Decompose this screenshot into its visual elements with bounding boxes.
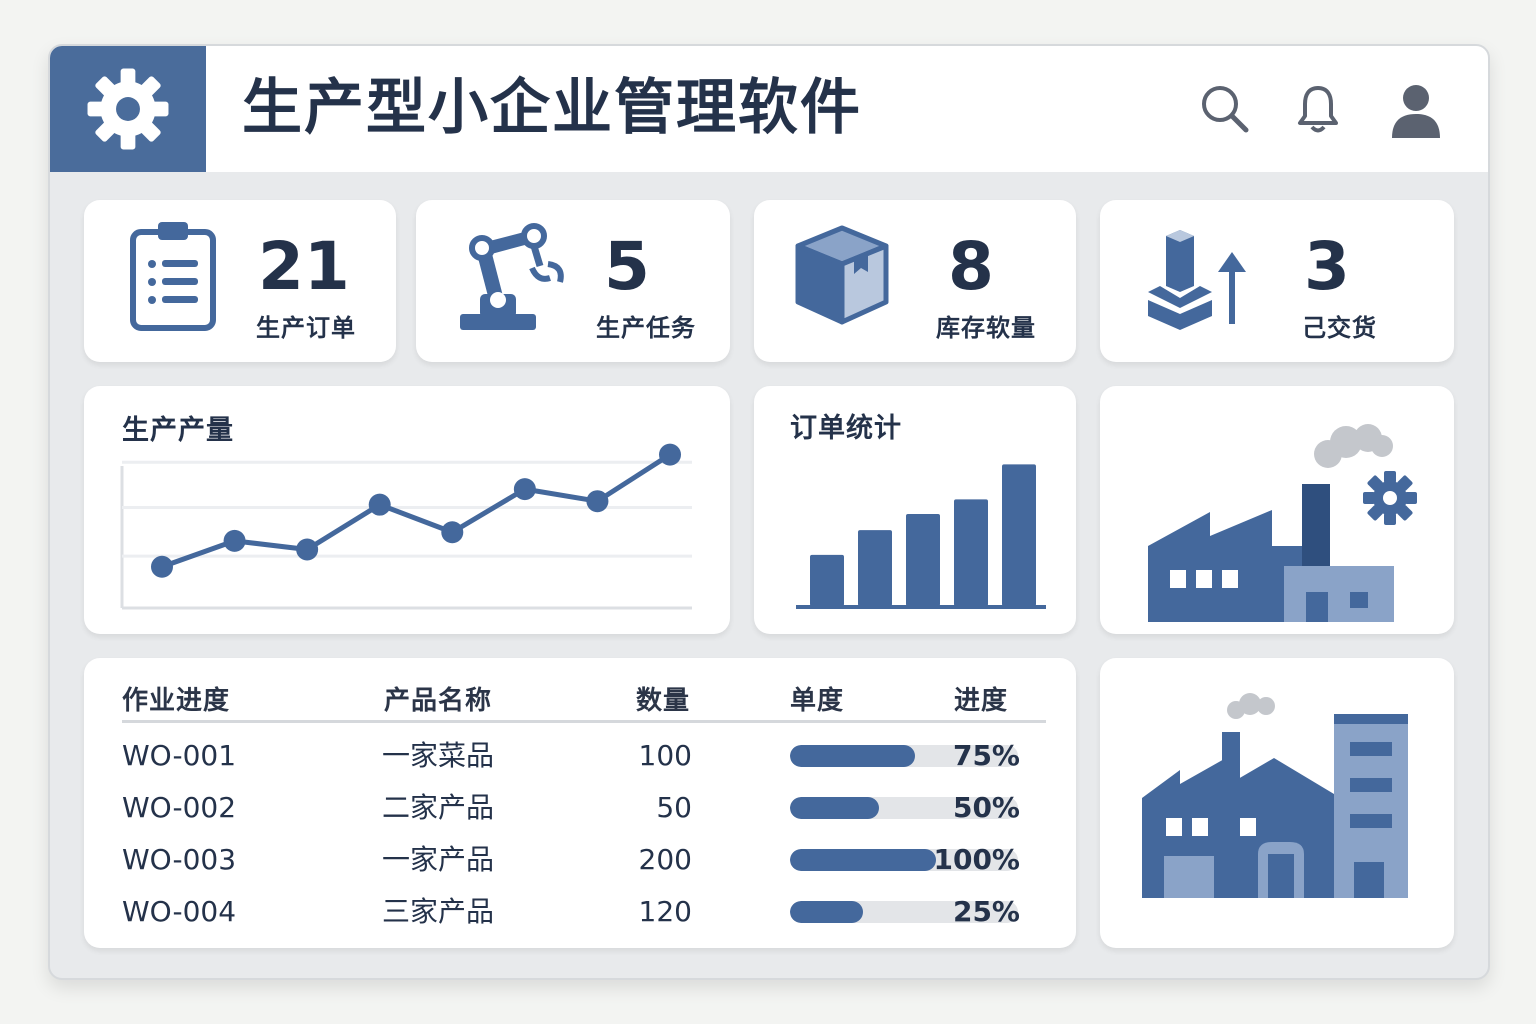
product-name: 一家产品	[382, 843, 495, 876]
stat-value: 3	[1304, 228, 1350, 305]
product-name: 一家菜品	[382, 739, 495, 772]
progress-bar-fill	[790, 849, 936, 871]
table-row[interactable]: WO-001 一家菜品 100 75%	[84, 736, 1076, 788]
quantity: 120	[638, 895, 692, 928]
col-header-qty: 数量	[636, 686, 691, 716]
app-header: 生产型小企业管理软件	[50, 46, 1488, 172]
stat-label: 生产任务	[596, 314, 696, 342]
stat-value: 8	[948, 228, 994, 305]
stat-label: 库存软量	[936, 314, 1036, 342]
bar	[858, 530, 892, 606]
table-row[interactable]: WO-004 三家产品 120 25%	[84, 892, 1076, 944]
bar	[954, 499, 988, 606]
data-point	[151, 555, 173, 578]
progress-percent: 75%	[952, 739, 1020, 772]
product-name: 三家产品	[382, 895, 495, 928]
progress-percent: 50%	[952, 791, 1020, 824]
order-chart-card[interactable]: 订单统计	[754, 386, 1076, 634]
factory-illustration-card	[1100, 386, 1454, 634]
bar	[906, 514, 940, 606]
stat-label: 生产订单	[256, 314, 356, 342]
table-row[interactable]: WO-002 二家产品 50 50%	[84, 788, 1076, 840]
app-window: 生产型小企业管理软件 21 生产订单 5 生产任务 8 库存软量 3 己交货 生…	[48, 44, 1490, 980]
data-point	[441, 521, 464, 544]
bell-icon[interactable]	[1296, 82, 1340, 136]
gear-icon	[87, 68, 169, 150]
output-line-chart	[120, 443, 692, 610]
job-id: WO-003	[122, 843, 237, 876]
table-row[interactable]: WO-003 一家产品 200 100%	[84, 840, 1076, 892]
header-divider	[122, 720, 1046, 723]
progress-bar-fill	[790, 745, 916, 767]
progress-bar-fill	[790, 797, 879, 819]
order-bar-chart	[796, 464, 1046, 609]
stat-card-orders[interactable]: 21 生产订单	[84, 200, 396, 362]
stat-card-delivered[interactable]: 3 己交货	[1100, 200, 1454, 362]
quantity: 100	[638, 739, 692, 772]
stat-value: 5	[604, 228, 650, 305]
data-point	[513, 478, 536, 501]
product-name: 二家产品	[382, 791, 495, 824]
output-chart-card[interactable]: 生产产量	[84, 386, 730, 634]
box-icon	[795, 225, 889, 325]
data-point	[586, 490, 609, 513]
search-icon[interactable]	[1198, 82, 1252, 136]
col-header-progress: 进度	[954, 686, 1009, 716]
factory-building-card	[1100, 658, 1454, 948]
delivery-icon	[1148, 230, 1246, 330]
bar	[810, 554, 844, 606]
progress-percent: 100%	[933, 843, 1020, 876]
bar	[1002, 464, 1036, 606]
job-id: WO-001	[122, 739, 237, 772]
col-header-job: 作业进度	[122, 686, 231, 716]
col-header-product: 产品名称	[384, 686, 493, 716]
quantity: 200	[638, 843, 692, 876]
stat-value: 21	[258, 228, 350, 305]
data-point	[368, 493, 391, 516]
app-logo[interactable]	[50, 46, 206, 172]
job-id: WO-004	[122, 895, 237, 928]
progress-bar-fill	[790, 901, 863, 923]
app-title: 生产型小企业管理软件	[242, 73, 862, 143]
data-point	[296, 538, 319, 561]
clipboard-icon	[130, 222, 216, 331]
factory-building-icon	[1142, 693, 1408, 898]
robot-arm-icon	[460, 223, 564, 330]
job-progress-table: 作业进度 产品名称 数量 单度 进度 WO-001 一家菜品 100 75% W…	[84, 658, 1076, 948]
user-icon[interactable]	[1388, 82, 1444, 138]
col-header-unit: 单度	[790, 686, 845, 716]
stat-card-tasks[interactable]: 5 生产任务	[416, 200, 730, 362]
job-id: WO-002	[122, 791, 237, 824]
progress-percent: 25%	[952, 895, 1020, 928]
factory-icon	[1148, 424, 1417, 622]
stat-label: 己交货	[1302, 314, 1377, 342]
quantity: 50	[656, 791, 692, 824]
data-point	[659, 443, 681, 466]
data-point	[223, 529, 246, 552]
stat-card-inventory[interactable]: 8 库存软量	[754, 200, 1076, 362]
